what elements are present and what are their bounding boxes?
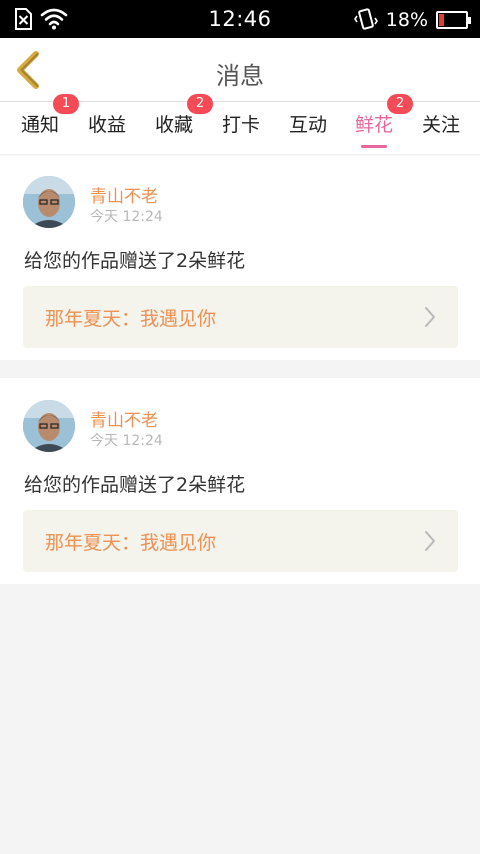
unread-badge: 1 [53,94,79,114]
chevron-right-icon [425,307,435,327]
tab-label: 收益 [87,114,126,136]
message-text: 给您的作品赠送了2朵鲜花 [24,474,246,496]
vibrate-icon [353,8,378,30]
message-card: 青山不老 今天 12:24 给您的作品赠送了2朵鲜花 那年夏天：我遇见你 [0,156,480,360]
avatar[interactable] [23,400,75,452]
tab-interactions[interactable]: 互动 [287,102,329,154]
work-link[interactable]: 那年夏天：我遇见你 [23,286,458,348]
tab-checkin[interactable]: 打卡 [220,102,262,154]
avatar[interactable] [23,176,75,228]
work-title: 那年夏天：我遇见你 [45,308,217,330]
tab-favorites[interactable]: 收藏 2 [153,94,213,154]
avatar-image [23,400,75,452]
message-text: 给您的作品赠送了2朵鲜花 [24,250,246,272]
avatar-image [23,176,75,228]
sender-name[interactable]: 青山不老 [90,182,158,207]
chevron-right-icon [425,531,435,551]
tab-bar: 通知 1 收益 收藏 2 打卡 互动 鲜花 2 关注 [0,94,480,154]
tab-earnings[interactable]: 收益 [86,102,128,154]
tab-follows[interactable]: 关注 [420,102,462,154]
sender-name[interactable]: 青山不老 [90,406,158,431]
tab-notifications[interactable]: 通知 1 [19,94,79,154]
message-card: 青山不老 今天 12:24 给您的作品赠送了2朵鲜花 那年夏天：我遇见你 [0,378,480,584]
header: 消息 [0,38,480,102]
message-time: 今天 12:24 [90,433,163,449]
active-tab-indicator [361,145,387,148]
battery-level-fill [439,14,444,26]
tab-flowers[interactable]: 鲜花 2 [353,94,413,154]
battery-percent: 18% [385,9,428,31]
battery-icon [436,11,471,29]
unread-badge: 2 [387,94,413,114]
message-time: 今天 12:24 [90,209,163,225]
status-bar: 12:46 18% [0,0,480,38]
page-title: 消息 [216,62,264,90]
tab-label: 互动 [288,114,327,136]
work-link[interactable]: 那年夏天：我遇见你 [23,510,458,572]
tab-label: 打卡 [221,114,260,136]
status-right-icons: 18% [353,8,471,32]
tab-label: 关注 [421,114,460,136]
work-title: 那年夏天：我遇见你 [45,532,217,554]
unread-badge: 2 [187,94,213,114]
